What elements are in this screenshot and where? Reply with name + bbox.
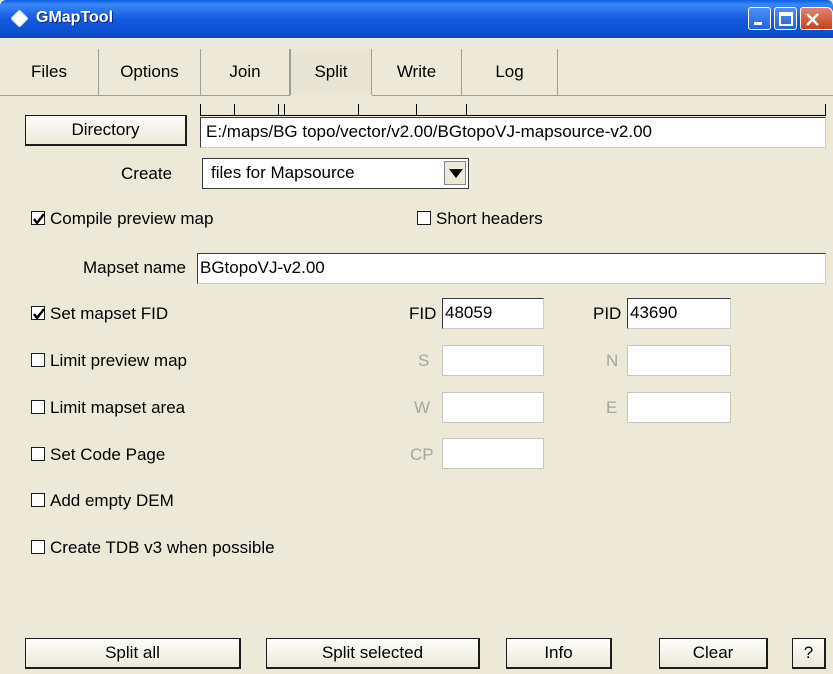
tab-write[interactable]: Write xyxy=(372,49,462,95)
compile-preview-checkbox[interactable] xyxy=(31,211,45,225)
minimize-button[interactable] xyxy=(748,7,771,30)
help-button[interactable]: ? xyxy=(792,638,826,669)
fid-label: FID xyxy=(409,304,437,323)
tab-split[interactable]: Split xyxy=(290,49,372,95)
checkmark-icon xyxy=(33,213,45,225)
short-headers-checkbox[interactable] xyxy=(417,211,431,225)
title-bar[interactable]: GMapTool xyxy=(0,0,833,38)
minimize-icon xyxy=(754,22,762,25)
tab-join[interactable]: Join xyxy=(201,49,290,95)
set-mapset-fid-label: Set mapset FID xyxy=(50,304,169,323)
cp-field[interactable] xyxy=(442,438,544,469)
app-diamond-icon xyxy=(11,10,28,27)
limit-mapset-area-checkbox[interactable] xyxy=(31,400,45,414)
create-tdb-v3-label: Create TDB v3 when possible xyxy=(50,538,275,557)
w-label: W xyxy=(414,398,431,417)
split-all-button[interactable]: Split all xyxy=(25,638,241,669)
tab-strip: Files Options Join Split Write Log xyxy=(0,49,833,95)
gmaptool-window: GMapTool Files Options Join Split Write … xyxy=(0,0,833,674)
s-label: S xyxy=(418,351,430,370)
short-headers-label: Short headers xyxy=(436,209,543,228)
set-code-page-checkbox[interactable] xyxy=(31,447,45,461)
dropdown-button[interactable] xyxy=(444,161,466,185)
e-field[interactable] xyxy=(627,392,731,423)
set-mapset-fid-checkbox[interactable] xyxy=(31,306,45,320)
pid-label: PID xyxy=(593,304,622,323)
info-button[interactable]: Info xyxy=(506,638,612,669)
maximize-button[interactable] xyxy=(774,7,797,30)
create-select[interactable]: files for Mapsource xyxy=(202,158,469,189)
directory-button[interactable]: Directory xyxy=(25,115,187,146)
fid-field[interactable]: 48059 xyxy=(442,298,544,329)
tab-log[interactable]: Log xyxy=(462,49,558,95)
add-empty-dem-checkbox[interactable] xyxy=(31,493,45,507)
tab-divider xyxy=(372,95,833,96)
e-label: E xyxy=(606,398,618,417)
chevron-down-icon xyxy=(449,169,463,178)
limit-mapset-area-label: Limit mapset area xyxy=(50,398,186,417)
clear-button[interactable]: Clear xyxy=(659,638,768,669)
set-code-page-label: Set Code Page xyxy=(50,445,166,464)
split-selected-button[interactable]: Split selected xyxy=(266,638,480,669)
pid-field[interactable]: 43690 xyxy=(627,298,731,329)
mapset-name-field[interactable]: BGtopoVJ-v2.00 xyxy=(197,253,826,284)
checkmark-icon xyxy=(33,308,45,320)
create-tdb-v3-checkbox[interactable] xyxy=(31,540,45,554)
create-select-value: files for Mapsource xyxy=(211,163,355,182)
maximize-icon xyxy=(779,12,793,26)
n-label: N xyxy=(606,351,619,370)
compile-preview-label: Compile preview map xyxy=(50,209,214,228)
tab-divider xyxy=(0,95,290,96)
add-empty-dem-label: Add empty DEM xyxy=(50,491,174,510)
create-label: Create xyxy=(121,164,173,183)
close-button[interactable] xyxy=(800,7,833,30)
close-icon xyxy=(806,13,819,26)
s-field[interactable] xyxy=(442,345,544,376)
directory-path-field[interactable]: E:/maps/BG topo/vector/v2.00/BGtopoVJ-ma… xyxy=(200,117,826,148)
limit-preview-checkbox[interactable] xyxy=(31,353,45,367)
cp-label: CP xyxy=(410,445,434,464)
w-field[interactable] xyxy=(442,392,544,423)
tab-options[interactable]: Options xyxy=(99,49,201,95)
mapset-name-label: Mapset name xyxy=(83,258,186,277)
n-field[interactable] xyxy=(627,345,731,376)
limit-preview-label: Limit preview map xyxy=(50,351,187,370)
column-ruler[interactable] xyxy=(200,104,826,116)
window-title: GMapTool xyxy=(36,9,114,26)
tab-files[interactable]: Files xyxy=(0,49,99,95)
